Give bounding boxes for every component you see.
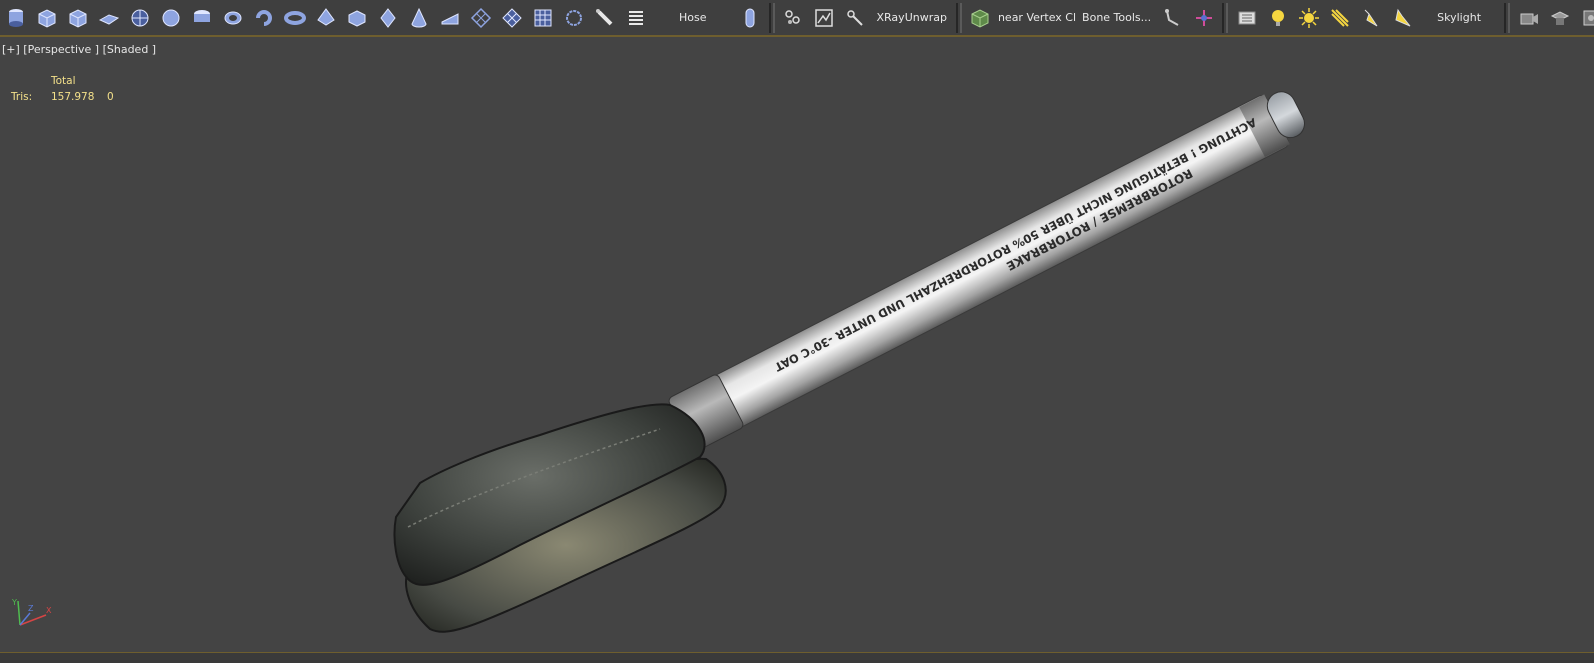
wedge-icon (441, 12, 458, 24)
pyramid-icon (316, 7, 335, 26)
spray-button[interactable] (589, 3, 620, 33)
axis-gizmo: Y X Z (11, 598, 52, 626)
box-button[interactable] (62, 3, 93, 33)
box-icon (69, 8, 86, 28)
geosphere-button[interactable] (124, 3, 155, 33)
sun-light-button[interactable] (1293, 3, 1324, 33)
hose-label[interactable]: Hose (651, 11, 735, 24)
box-button[interactable] (31, 3, 62, 33)
vertex-tool-button[interactable] (965, 3, 996, 33)
geosphere-icon (131, 9, 148, 26)
shape-button-group (0, 3, 651, 33)
tube-button[interactable] (217, 3, 248, 33)
light-list-icon (1238, 11, 1256, 24)
free-spot-light-icon (1395, 8, 1411, 26)
spring-icon (628, 10, 643, 25)
unwrap-icon (785, 9, 800, 24)
hose-button[interactable] (735, 3, 766, 33)
skylight-button[interactable]: Skylight (1417, 11, 1501, 24)
vertex-tool-label[interactable]: near Vertex Cl (996, 11, 1078, 24)
plane-icon (98, 13, 119, 25)
lattice-icon (470, 7, 491, 28)
bone-chain-icon (1195, 9, 1212, 26)
direct-light-button[interactable] (1324, 3, 1355, 33)
grid-button[interactable] (527, 3, 558, 33)
target-camera-icon (1550, 10, 1569, 25)
pyramid-button[interactable] (310, 3, 341, 33)
toolbar-separator (768, 2, 775, 33)
cylinder-icon (8, 8, 23, 27)
diamond-button[interactable] (372, 3, 403, 33)
grid-plane-button[interactable] (496, 3, 527, 33)
unwrap-tool-button[interactable] (840, 3, 871, 33)
omni-light-button[interactable] (1262, 3, 1293, 33)
torus-button[interactable] (279, 3, 310, 33)
bone-chain-button[interactable] (1188, 3, 1219, 33)
free-camera-button[interactable] (1575, 3, 1594, 33)
diamond-icon (379, 7, 396, 28)
spot-light-icon (1364, 9, 1378, 26)
chamfer-box-icon (348, 10, 365, 26)
unwrap-tool-icon (847, 9, 863, 26)
toolbar-separator (1504, 2, 1511, 33)
tube-icon (224, 11, 241, 24)
plane-button[interactable] (93, 3, 124, 33)
svg-text:Z: Z (28, 604, 34, 613)
box-icon (38, 8, 55, 28)
capsule-icon (193, 9, 210, 22)
vertex-cube-icon (971, 8, 989, 28)
cone-button[interactable] (403, 3, 434, 33)
unwrap-button[interactable] (778, 3, 809, 33)
spot-light-button[interactable] (1355, 3, 1386, 33)
cylinder-button[interactable] (0, 3, 31, 33)
toolbar-separator (955, 2, 962, 33)
chamfer-box-button[interactable] (341, 3, 372, 33)
svg-text:X: X (46, 606, 52, 615)
capsule-button[interactable] (186, 3, 217, 33)
spring-button[interactable] (620, 3, 651, 33)
uv-checker-button[interactable] (809, 3, 840, 33)
direct-light-icon (1330, 8, 1349, 27)
xray-unwrap-button[interactable]: XRayUnwrap (871, 11, 953, 24)
bone-icon (1164, 8, 1179, 26)
camera-button[interactable] (1513, 3, 1544, 33)
uv-checker-icon (815, 8, 833, 27)
lattice-button[interactable] (465, 3, 496, 33)
grid-plane-icon (501, 7, 522, 28)
sphere-button[interactable] (155, 3, 186, 33)
svg-text:Y: Y (11, 598, 17, 607)
camera-icon (1520, 13, 1538, 24)
light-button-group (1231, 3, 1417, 33)
bone-button[interactable] (1157, 3, 1188, 33)
torus-knot-button[interactable] (248, 3, 279, 33)
sun-light-icon (1298, 7, 1319, 28)
target-camera-button[interactable] (1544, 3, 1575, 33)
spray-icon (595, 8, 612, 25)
hose-icon (745, 8, 755, 27)
rod-warning-text: ACHTUNG ! BETÄTIGUNG NICHT ÜBER 50% ROTO… (772, 115, 1259, 375)
free-camera-icon (1583, 10, 1594, 25)
bone-tools-button[interactable]: Bone Tools... (1078, 11, 1157, 24)
wedge-button[interactable] (434, 3, 465, 33)
ring-icon (565, 9, 582, 26)
omni-light-icon (1271, 9, 1284, 26)
ring-button[interactable] (558, 3, 589, 33)
torus-knot-icon (255, 9, 272, 26)
main-toolbar: Hose XRayUnwrap near Vertex Cl Bone Tool… (0, 0, 1594, 37)
perspective-viewport[interactable]: [+] [Perspective ] [Shaded ] Total Tris:… (0, 39, 1594, 652)
toolbar-separator (1222, 2, 1229, 33)
cone-icon (410, 7, 427, 27)
camera-button-group (1513, 3, 1594, 33)
free-spot-light-button[interactable] (1386, 3, 1417, 33)
status-strip (0, 652, 1594, 663)
rotor-brake-model[interactable]: ACHTUNG ! BETÄTIGUNG NICHT ÜBER 50% ROTO… (0, 39, 1594, 652)
grid-icon (534, 9, 551, 26)
light-list-button[interactable] (1231, 3, 1262, 33)
sphere-icon (162, 9, 179, 26)
torus-icon (283, 10, 306, 25)
